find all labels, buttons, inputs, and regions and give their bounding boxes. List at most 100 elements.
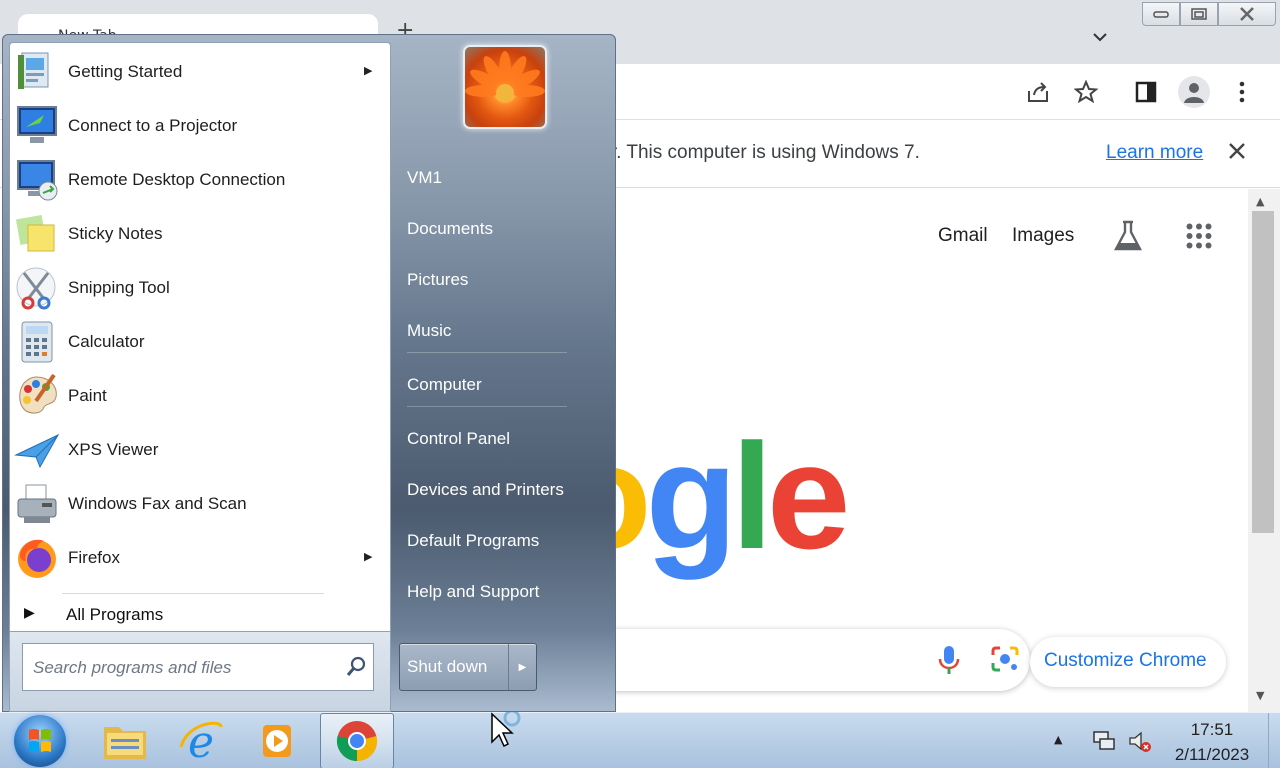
program-item-xps-viewer[interactable]: XPS Viewer — [10, 423, 390, 477]
restore-icon — [1191, 8, 1207, 20]
program-label: Connect to a Projector — [68, 116, 238, 135]
program-item-sticky-notes[interactable]: Sticky Notes — [10, 207, 390, 261]
sticky-notes-icon — [14, 211, 60, 257]
triangle-right-icon: ▶ — [24, 605, 35, 621]
learn-more-link[interactable]: Learn more — [1106, 142, 1203, 164]
search-input[interactable] — [33, 658, 333, 678]
gmail-link[interactable]: Gmail — [938, 225, 988, 247]
customize-chrome-label: Customize Chrome — [1044, 650, 1207, 671]
program-item-connect-to-a-projector[interactable]: Connect to a Projector — [10, 99, 390, 153]
program-label: Remote Desktop Connection — [68, 170, 286, 189]
divider — [62, 593, 324, 594]
getting-started-icon — [14, 49, 60, 95]
program-label: Sticky Notes — [68, 224, 163, 243]
paint-palette-icon — [14, 373, 60, 419]
share-icon[interactable] — [1024, 78, 1052, 106]
divider — [407, 406, 567, 407]
clock-time[interactable]: 17:51 — [1168, 720, 1256, 740]
program-label: Calculator — [68, 332, 145, 351]
right-item-pictures[interactable]: Pictures — [399, 261, 599, 299]
mouse-pointer-busy-icon — [490, 709, 530, 752]
taskbar-media-player[interactable] — [240, 713, 314, 768]
lens-camera-icon[interactable] — [990, 645, 1020, 677]
calculator-icon — [14, 319, 60, 365]
internet-explorer-icon: e — [179, 717, 223, 765]
minimize-button[interactable] — [1142, 2, 1180, 26]
start-search-box[interactable] — [22, 643, 374, 691]
right-item-vm1[interactable]: VM1 — [399, 159, 599, 197]
chrome-icon — [336, 721, 378, 761]
media-player-icon — [263, 725, 291, 757]
explorer-icon — [104, 727, 146, 759]
user-account-picture[interactable] — [463, 45, 547, 129]
shutdown-options-arrow-icon[interactable]: ▶ — [508, 644, 536, 690]
program-item-remote-desktop-connection[interactable]: Remote Desktop Connection — [10, 153, 390, 207]
images-link[interactable]: Images — [1012, 225, 1074, 247]
submenu-arrow-icon[interactable]: ▶ — [364, 64, 372, 77]
start-menu: Getting Started ▶ Connect to a Projector Re… — [2, 34, 616, 712]
close-button[interactable] — [1218, 2, 1276, 26]
right-item-computer[interactable]: Computer — [399, 366, 599, 404]
fax-icon — [14, 481, 60, 527]
right-item-devices-and-printers[interactable]: Devices and Printers — [399, 471, 599, 509]
right-item-documents[interactable]: Documents — [399, 210, 599, 248]
program-item-firefox[interactable]: Firefox ▶ — [10, 531, 390, 585]
search-icon[interactable] — [345, 656, 367, 678]
side-panel-icon[interactable] — [1132, 78, 1160, 106]
taskbar-internet-explorer[interactable]: e — [164, 713, 238, 768]
taskbar: e ▲ 17:51 2/11/2023 — [0, 712, 1280, 768]
mic-icon[interactable] — [938, 645, 960, 679]
show-desktop-button[interactable] — [1268, 713, 1280, 768]
program-item-paint[interactable]: Paint — [10, 369, 390, 423]
volume-muted-icon[interactable] — [1128, 729, 1152, 753]
program-label: Firefox — [68, 548, 120, 567]
start-button[interactable] — [14, 715, 66, 767]
program-label: Snipping Tool — [68, 278, 170, 297]
infobar-message: ter. This computer is using Windows 7. — [595, 142, 920, 163]
kebab-menu-icon[interactable] — [1228, 78, 1256, 106]
scissors-icon — [14, 265, 60, 311]
program-item-getting-started[interactable]: Getting Started ▶ — [10, 45, 390, 99]
scroll-down-icon[interactable]: ▼ — [1256, 689, 1264, 702]
scroll-thumb[interactable] — [1252, 211, 1274, 533]
show-hidden-icons-icon[interactable]: ▲ — [1054, 733, 1062, 746]
program-item-snipping-tool[interactable]: Snipping Tool — [10, 261, 390, 315]
labs-icon[interactable] — [1112, 219, 1144, 257]
windows-logo-icon — [29, 729, 51, 752]
page-scrollbar[interactable]: ▲ ▼ — [1248, 189, 1280, 712]
search-area — [9, 632, 391, 712]
projector-icon — [14, 103, 60, 149]
program-item-calculator[interactable]: Calculator — [10, 315, 390, 369]
logo-letter: e — [766, 412, 850, 580]
right-item-control-panel[interactable]: Control Panel — [399, 420, 599, 458]
programs-list: Getting Started ▶ Connect to a Projector Re… — [9, 42, 391, 632]
google-search-box[interactable] — [560, 629, 1030, 691]
network-icon[interactable] — [1092, 729, 1116, 753]
scroll-up-icon[interactable]: ▲ — [1256, 195, 1264, 208]
all-programs-item[interactable]: ▶ All Programs — [10, 599, 390, 631]
maximize-button[interactable] — [1180, 2, 1218, 26]
clock-date[interactable]: 2/11/2023 — [1164, 745, 1260, 765]
tab-search-chevron-icon[interactable] — [1092, 30, 1108, 46]
logo-letter: g — [645, 412, 738, 580]
apps-grid-icon[interactable] — [1186, 223, 1212, 253]
submenu-arrow-icon[interactable]: ▶ — [364, 550, 372, 563]
right-item-help-and-support[interactable]: Help and Support — [399, 573, 599, 611]
divider — [407, 352, 567, 353]
shut-down-label: Shut down — [407, 657, 488, 676]
customize-chrome-button[interactable]: Customize Chrome — [1030, 637, 1226, 687]
shut-down-button[interactable]: Shut down ▶ — [399, 643, 537, 691]
taskbar-chrome[interactable] — [320, 713, 394, 768]
right-item-default-programs[interactable]: Default Programs — [399, 522, 599, 560]
profile-icon[interactable] — [1178, 76, 1210, 108]
program-label: Windows Fax and Scan — [68, 494, 247, 513]
program-item-windows-fax-and-scan[interactable]: Windows Fax and Scan — [10, 477, 390, 531]
logo-letter: l — [731, 412, 773, 580]
taskbar-explorer[interactable] — [88, 713, 162, 768]
program-label: Paint — [68, 386, 107, 405]
program-label: XPS Viewer — [68, 440, 159, 459]
infobar-close-icon[interactable] — [1228, 138, 1246, 166]
xps-viewer-icon — [14, 427, 60, 473]
star-icon[interactable] — [1072, 78, 1100, 106]
right-item-music[interactable]: Music — [399, 312, 599, 350]
